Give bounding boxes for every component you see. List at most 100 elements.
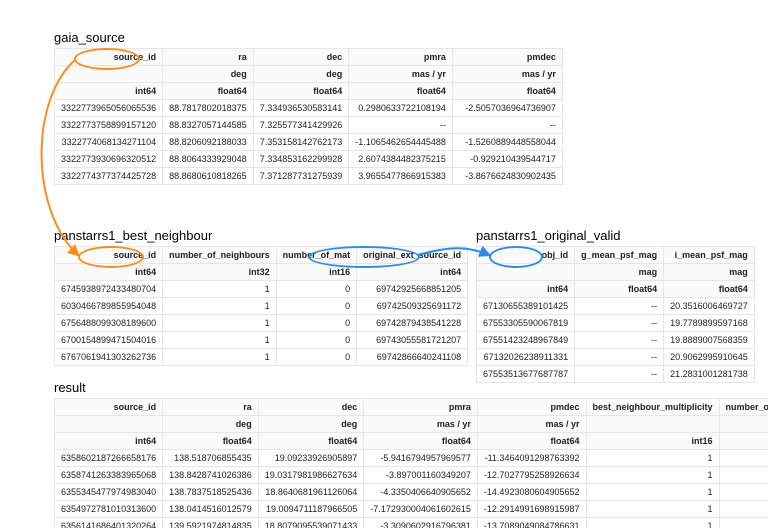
table-row: 332277375889915712088.83270571445857.325… [55,117,563,134]
cell: -- [452,117,562,134]
cell: 138.7837518525436 [163,484,259,501]
cell: -3.3090602916796381 [364,518,478,528]
cell: 138.518706855435 [163,450,259,467]
cell: 7.334936530583141 [253,100,349,117]
cell: 19.0317981986627634 [258,467,364,484]
cell: 20.3516006469727 [664,298,755,315]
cell: 1 [586,518,719,528]
col-pmra: pmra [349,49,453,66]
table-row: 60304667898559540481069742509325691172 [55,298,468,315]
table-row: 67553513677687787--21.2831001281738 [477,366,755,383]
original-ext-source-id-highlight [308,246,420,268]
cell: -12.2914991698915987 [477,501,586,518]
cell: 7.353158142762173 [253,134,349,151]
col-pmdec: pmdec [452,49,562,66]
cell: 67553305590067819 [477,315,575,332]
cell: 3322773930696320512 [55,151,163,168]
table-row: 6358602187266658176138.51870685543519.09… [55,450,768,467]
cell: 19.7789899597168 [664,315,755,332]
cell: 88.7817802018375 [163,100,254,117]
table-row: 332277393069632051288.80643339290487.334… [55,151,563,168]
table-row: 67670619413032627361069742866640241108 [55,349,468,366]
table-row: 332277396505606553688.78178020183757.334… [55,100,563,117]
cell: -5.9416794957969577 [364,450,478,467]
cell: -11.3464091298763392 [477,450,586,467]
cell: 69743055581721207 [357,332,468,349]
cell: -4.3350406640905652 [364,484,478,501]
cell: 0 [719,518,768,528]
result-title: result [54,380,86,395]
cell: 0 [719,467,768,484]
unit-row: deg deg mas / yr mas / yr [55,66,563,83]
cell: -2.5057036964736907 [452,100,562,117]
table-row: 6354972781010313600138.041451601257919.0… [55,501,768,518]
cell: 0 [719,484,768,501]
cell: 0 [276,281,357,298]
cell: 6756488099308189600 [55,315,163,332]
cell: 88.8327057144585 [163,117,254,134]
type-row: int64 float64 float64 [477,281,755,298]
cell: -1.1065462654445488 [349,134,453,151]
result-table: source_id ra dec pmra pmdec best_neighbo… [54,398,768,528]
cell: 69742509325691172 [357,298,468,315]
col-ra: ra [163,49,254,66]
cell: 67551423248967849 [477,332,575,349]
cell: 6767061941303262736 [55,349,163,366]
cell: 67553513677687787 [477,366,575,383]
cell: 67132026238911331 [477,349,575,366]
cell: 3.9655477866915383 [349,168,453,185]
gaia-source-id-highlight [74,48,140,70]
cell: 3322773758899157120 [55,117,163,134]
col-number-of-neighbours: number_of_neighbours [163,247,277,264]
cell: 0 [719,450,768,467]
cell: 7.325577341429926 [253,117,349,134]
cell: 0.2980633722108194 [349,100,453,117]
cell: 6355345477974983040 [55,484,163,501]
cell: 0 [719,501,768,518]
table-row: 67459389724334807041069742925668851205 [55,281,468,298]
gaia-source-table: source_id ra dec pmra pmdec deg deg mas … [54,48,563,185]
cell: -- [349,117,453,134]
cell: 3322773965056065536 [55,100,163,117]
cell: -- [575,298,664,315]
cell: 7.371287731275939 [253,168,349,185]
cell: 1 [586,467,719,484]
cell: -1.5260889448558044 [452,134,562,151]
cell: -13.7089049084786631 [477,518,586,528]
table-row: 332277437737442572888.86806108182657.371… [55,168,563,185]
cell: -- [575,349,664,366]
header-row: source_id ra dec pmra pmdec best_neighbo… [55,399,768,416]
cell: 1 [163,332,277,349]
cell: 88.8680610818265 [163,168,254,185]
cell: 18.8079095539071433 [258,518,364,528]
cell: 6358741263383965068 [55,467,163,484]
cell: 6700154899471504016 [55,332,163,349]
cell: -12.7027795258926634 [477,467,586,484]
table-row: 332277406813427110488.82060921880337.353… [55,134,563,151]
cell: 2.6074384482375215 [349,151,453,168]
cell: -3.8676624830902435 [452,168,562,185]
cell: 20.9062995910645 [664,349,755,366]
table-row: 6356141686401320264139.592197481483518.8… [55,518,768,528]
cell: 6358602187266658176 [55,450,163,467]
table-row: 67553305590067819--19.7789899597168 [477,315,755,332]
cell: -3.897001160349207 [364,467,478,484]
cell: 0 [276,349,357,366]
cell: 3322774068134271104 [55,134,163,151]
cell: 18.8640681961126064 [258,484,364,501]
cell: -7.172930004061602615 [364,501,478,518]
type-row: int64 float64 float64 float64 float64 [55,83,563,100]
cell: 69742879438541228 [357,315,468,332]
cell: 69742925668851205 [357,281,468,298]
table-row: 6355345477974983040138.783751852543618.8… [55,484,768,501]
table-row: 67001548994715040161069743055581721207 [55,332,468,349]
cell: 21.2831001281738 [664,366,755,383]
cell: 1 [163,315,277,332]
type-row: int64 float64 float64 float64 float64 in… [55,433,768,450]
cell: 0 [276,315,357,332]
cell: 88.8064333929048 [163,151,254,168]
cell: 3322774377374425728 [55,168,163,185]
cell: 0 [276,298,357,315]
cell: 19.09233926905897 [258,450,364,467]
cell: 138.0414516012579 [163,501,259,518]
